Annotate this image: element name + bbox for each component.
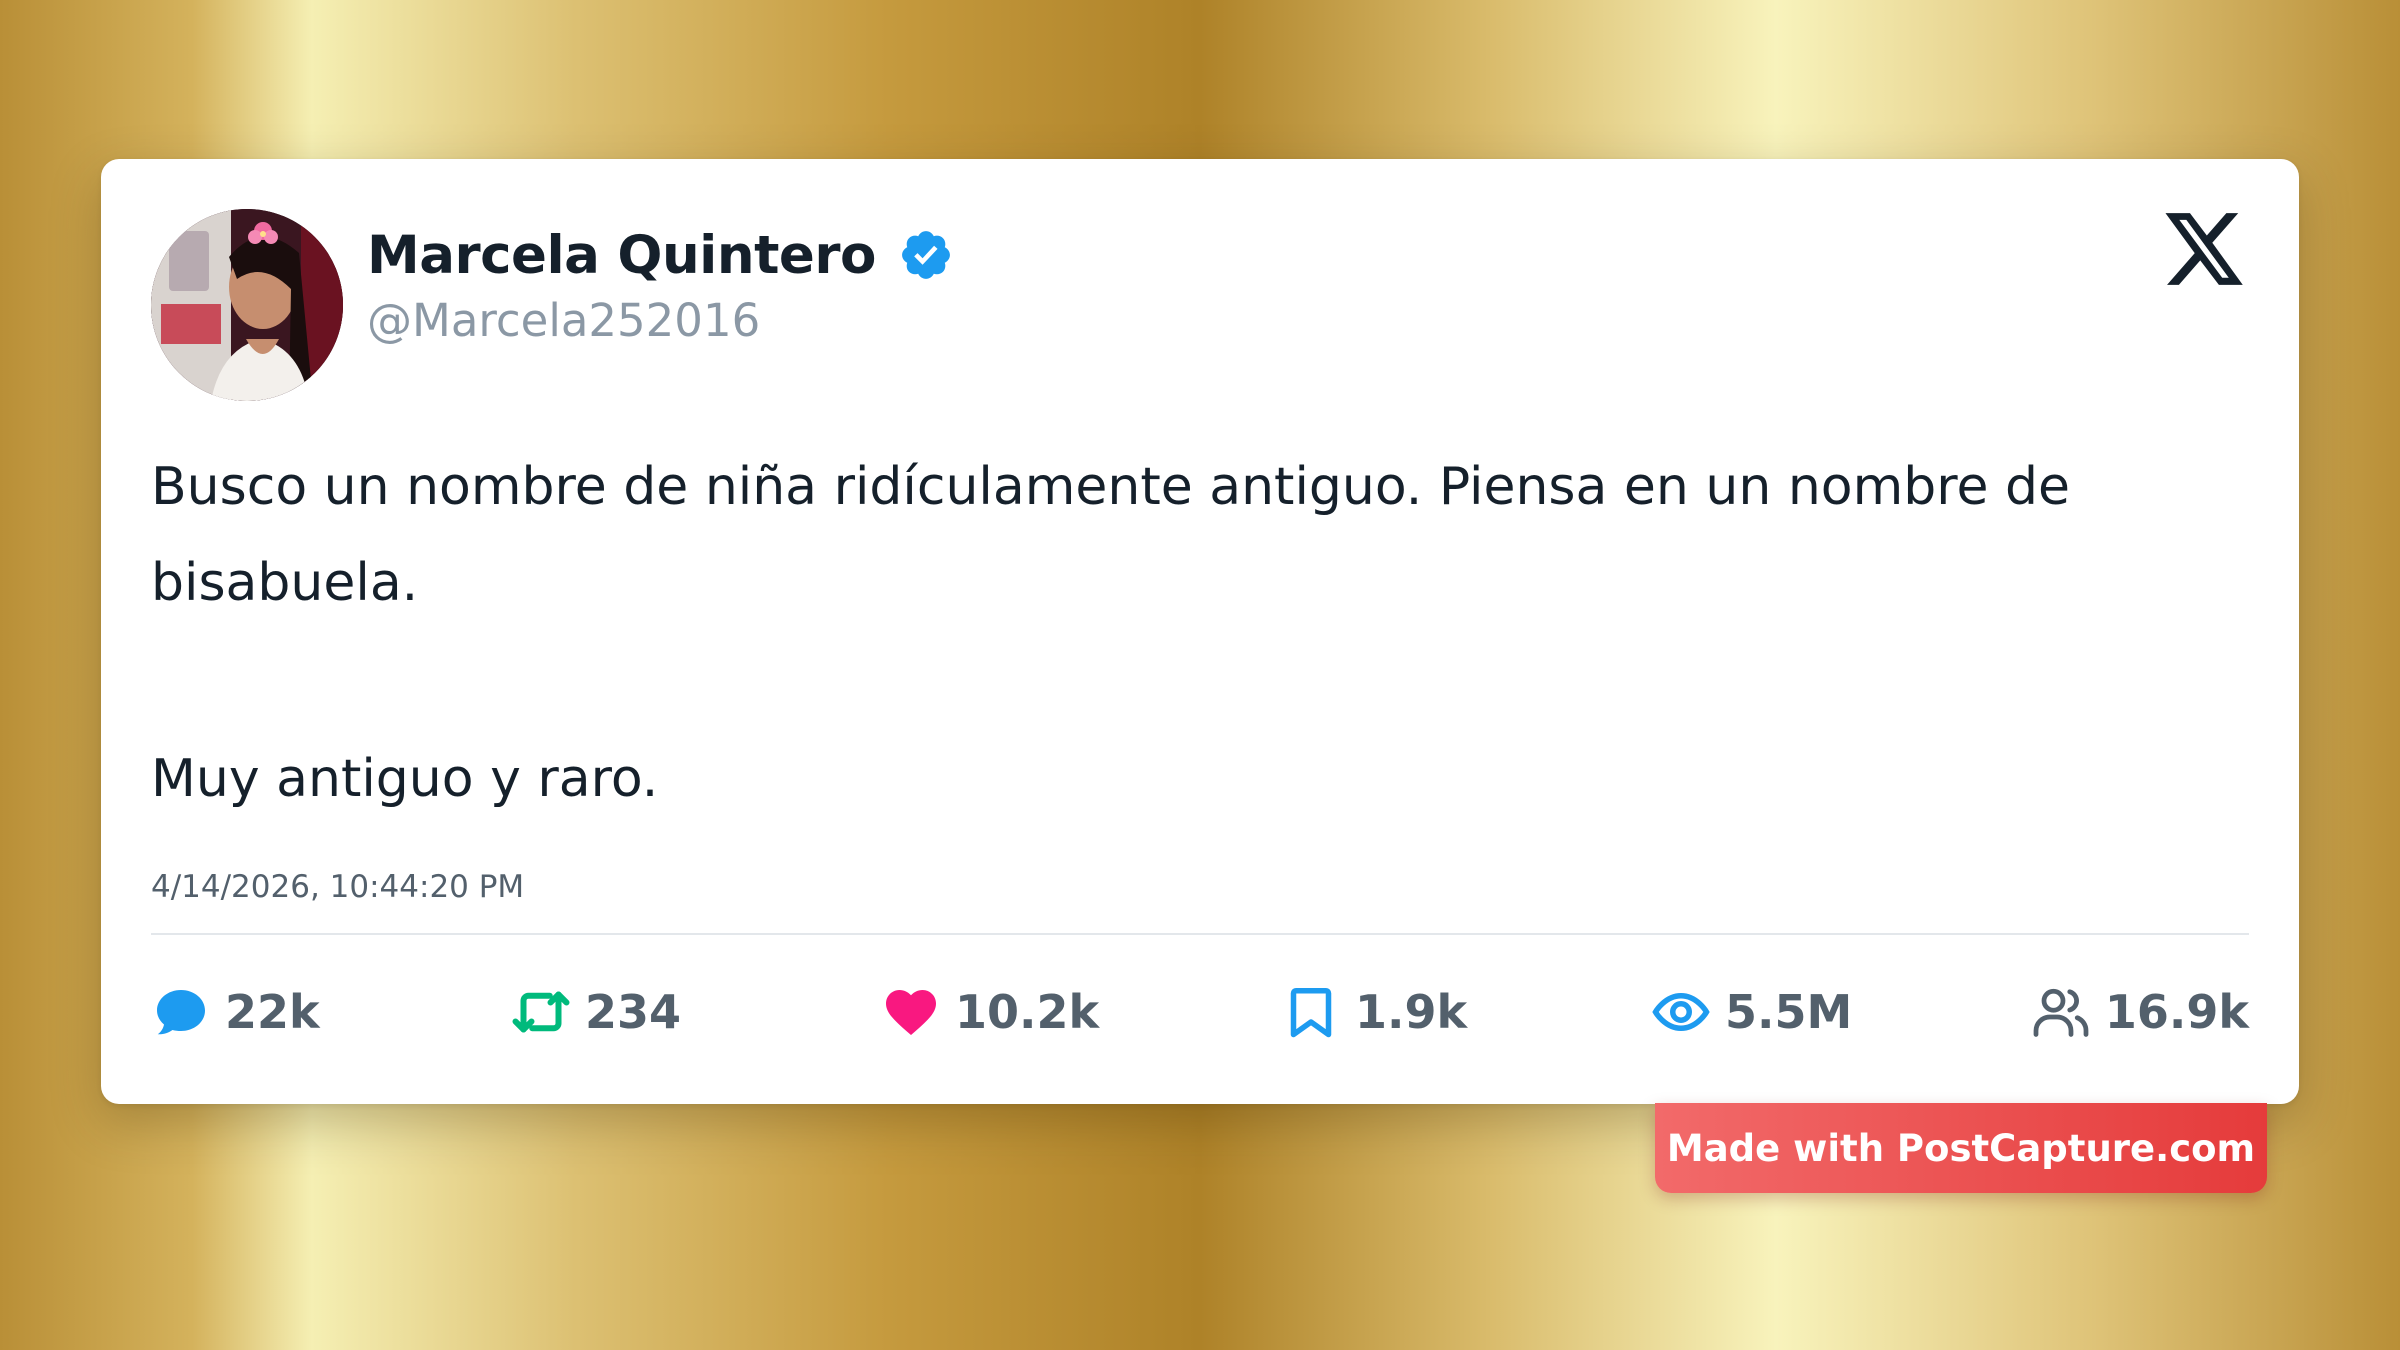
avatar-photo [151,209,343,401]
divider [151,933,2249,935]
bookmark-count: 1.9k [1355,985,1468,1039]
tweet-paragraph: Busco un nombre de niña ridículamente an… [151,457,2087,613]
like-count: 10.2k [955,985,1100,1039]
follower-count: 16.9k [2104,985,2249,1039]
avatar[interactable] [151,209,343,401]
heart-icon [881,982,941,1042]
stat-bookmarks[interactable]: 1.9k [1281,967,1467,1057]
display-name[interactable]: Marcela Quintero [367,225,876,286]
x-logo-icon[interactable] [2161,209,2247,289]
stat-likes[interactable]: 10.2k [881,967,1099,1057]
author-name-row: Marcela Quintero [367,219,954,291]
author-handle[interactable]: @Marcela252016 [367,294,760,347]
stat-replies[interactable]: 22k [151,967,320,1057]
eye-icon [1651,982,1711,1042]
retweet-count: 234 [585,985,682,1039]
tweet-body: Busco un nombre de niña ridículamente an… [151,439,2251,827]
engagement-stats: 22k 234 10.2k 1.9k 5.5M 16.9k [151,967,2249,1057]
stat-followers[interactable]: 16.9k [2031,967,2249,1057]
view-count: 5.5M [1725,985,1853,1039]
stat-views[interactable]: 5.5M [1651,967,1852,1057]
tweet-timestamp[interactable]: 4/14/2026, 10:44:20 PM [151,869,524,905]
retweet-icon [511,982,571,1042]
reply-count: 22k [225,985,320,1039]
users-icon [2031,982,2091,1042]
stat-retweets[interactable]: 234 [511,967,681,1057]
bookmark-icon [1281,982,1341,1042]
verified-badge-icon [898,227,954,283]
postcapture-watermark-badge[interactable]: Made with PostCapture.com [1655,1103,2267,1193]
reply-bubble-icon [151,982,211,1042]
tweet-card: Marcela Quintero @Marcela252016 Busco un… [101,159,2299,1104]
tweet-paragraph: Muy antiguo y raro. [151,749,659,809]
